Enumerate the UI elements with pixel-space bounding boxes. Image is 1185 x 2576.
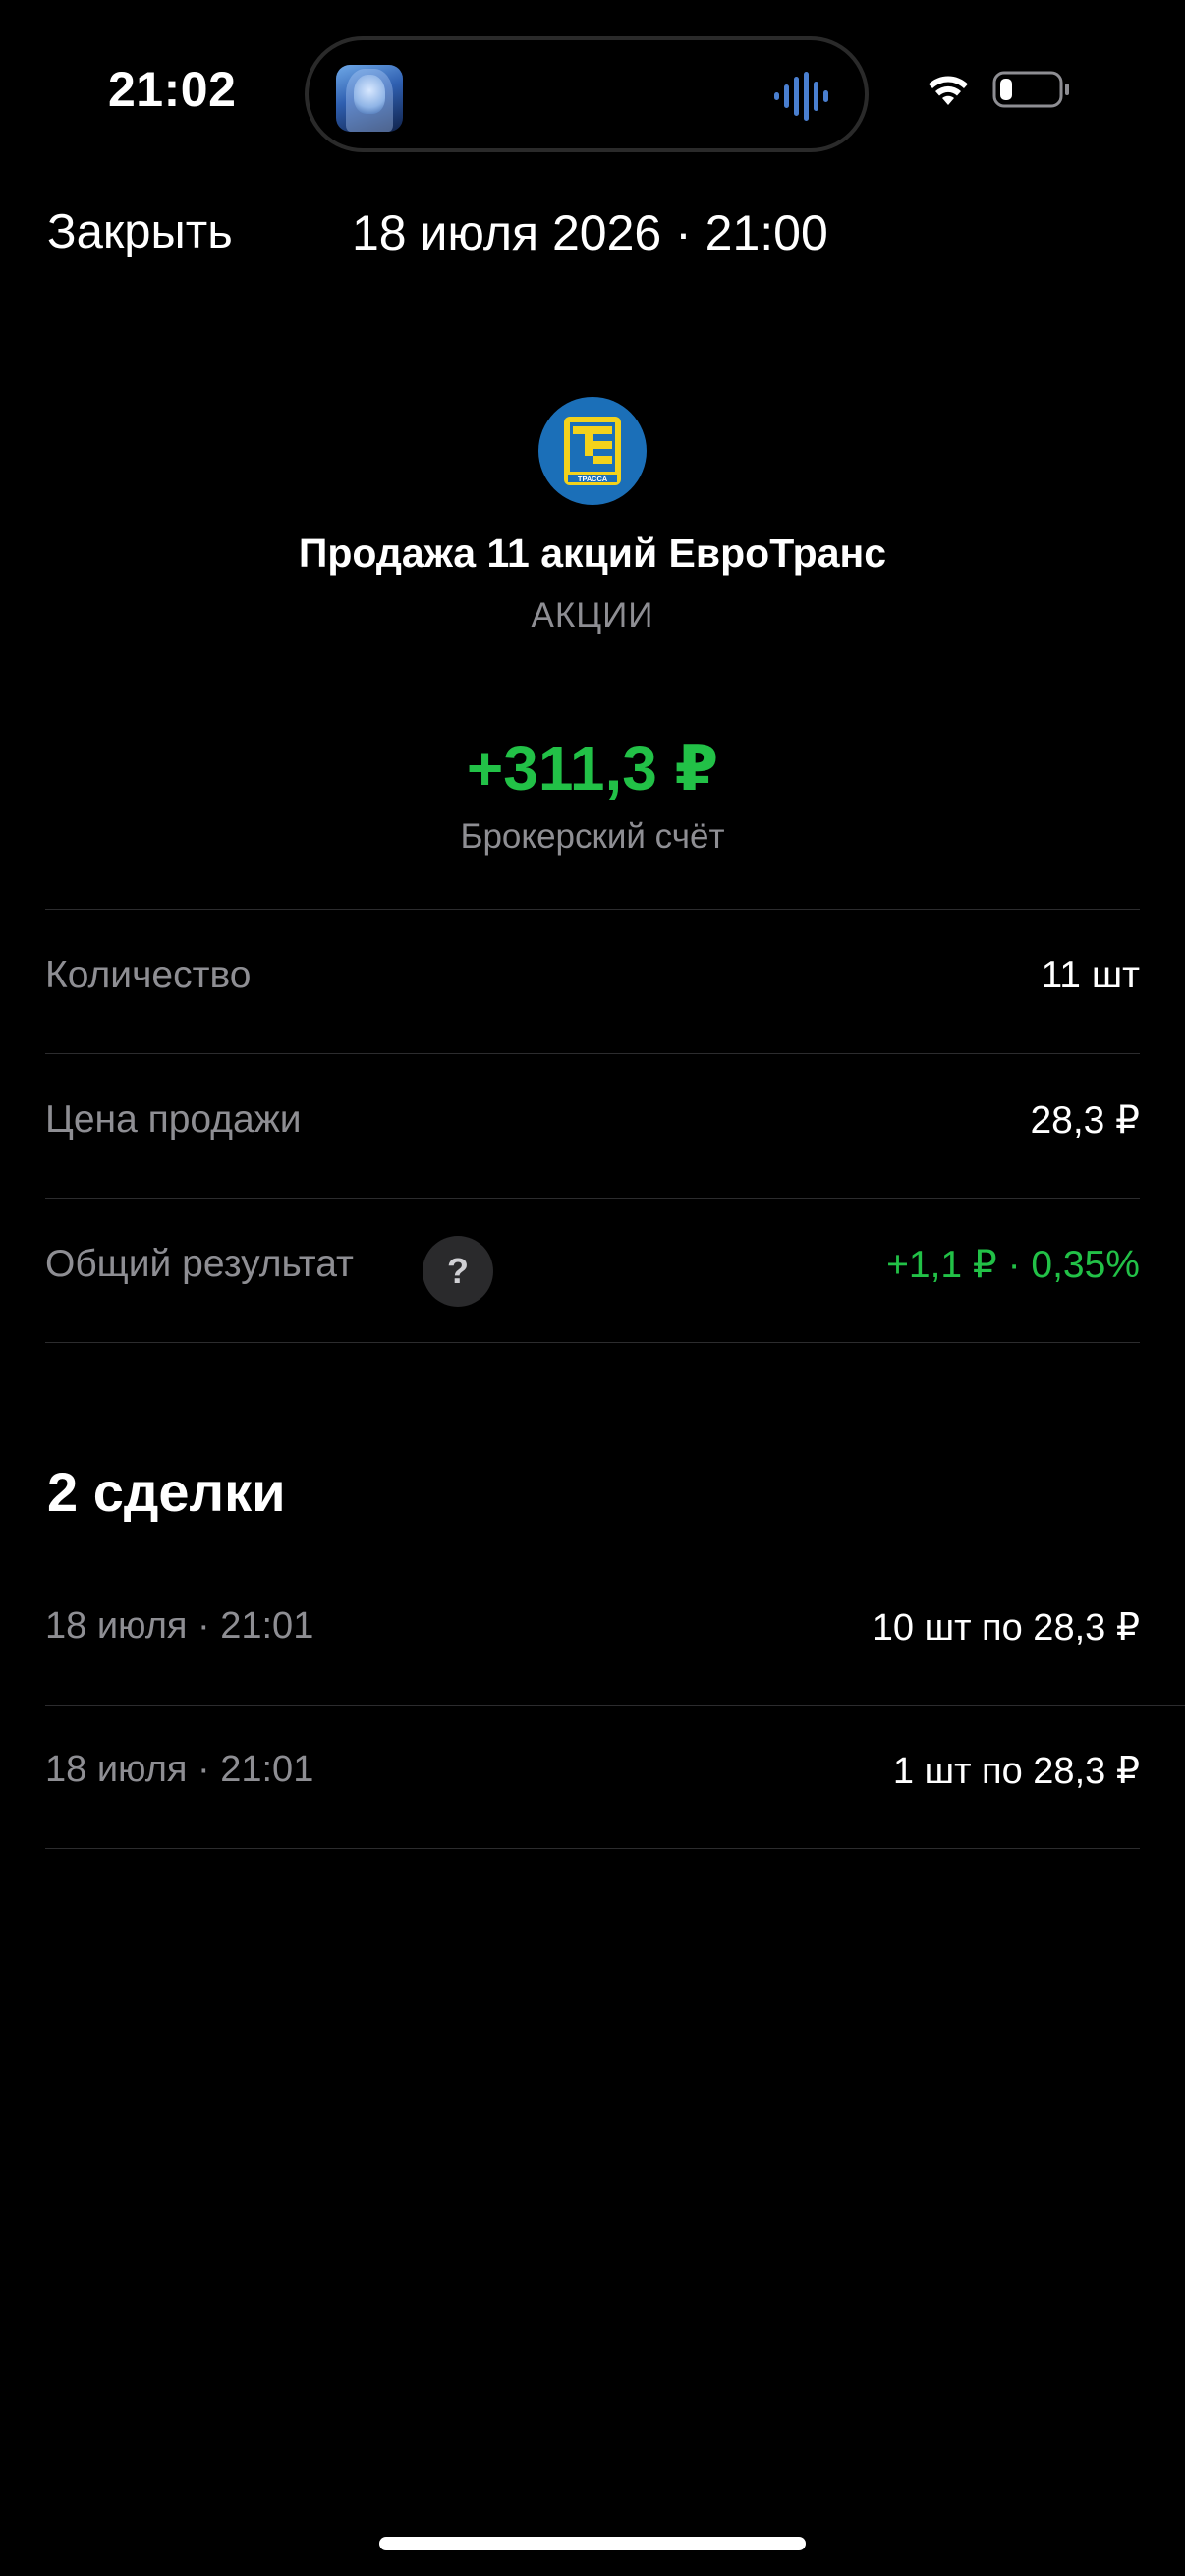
account-name: Брокерский счёт <box>460 817 725 856</box>
operation-datetime: 18 июля 2026 · 21:00 <box>352 205 828 260</box>
detail-row-total-result: Общий результат ? +1,1 ₽ · 0,35% <box>45 1198 1140 1342</box>
deal-quantity: 1 шт по 28,3 ₽ <box>892 1751 1140 1792</box>
deal-date: 18 июля · 21:01 <box>45 1605 314 1647</box>
divider <box>45 1342 1140 1343</box>
operation-amount: +311,3 ₽ <box>466 733 719 804</box>
help-button[interactable]: ? <box>423 1236 493 1307</box>
detail-value: +1,1 ₽ · 0,35% <box>886 1244 1140 1286</box>
deal-row[interactable]: 18 июля · 21:01 1 шт по 28,3 ₽ <box>45 1708 1140 1849</box>
home-indicator[interactable] <box>379 2537 806 2550</box>
svg-text:ТРАССА: ТРАССА <box>578 475 608 483</box>
detail-label: Количество <box>45 954 252 996</box>
divider <box>45 1705 1185 1706</box>
asset-type-label: АКЦИИ <box>531 596 654 635</box>
audio-waveform-icon <box>774 72 828 121</box>
detail-row-sale-price: Цена продажи 28,3 ₽ <box>45 1053 1140 1198</box>
detail-label: Общий результат <box>45 1243 354 1285</box>
trassa-logo-icon: ТРАССА <box>538 397 647 505</box>
deal-date: 18 июля · 21:01 <box>45 1749 314 1790</box>
dynamic-island[interactable] <box>305 36 869 152</box>
status-time: 21:02 <box>108 62 237 117</box>
close-button[interactable]: Закрыть <box>47 204 233 259</box>
deal-quantity: 10 шт по 28,3 ₽ <box>872 1607 1140 1649</box>
detail-row-quantity: Количество 11 шт <box>45 909 1140 1053</box>
battery-low-icon <box>992 71 1069 108</box>
divider <box>45 1848 1140 1849</box>
deal-row[interactable]: 18 июля · 21:01 10 шт по 28,3 ₽ <box>45 1564 1185 1706</box>
deals-title: 2 сделки <box>47 1461 286 1523</box>
detail-label: Цена продажи <box>45 1098 302 1141</box>
wifi-icon <box>929 76 968 105</box>
operation-title: Продажа 11 акций ЕвроТранс <box>298 531 887 576</box>
detail-value: 28,3 ₽ <box>1030 1099 1140 1142</box>
detail-value: 11 шт <box>1041 954 1140 996</box>
album-art-icon[interactable] <box>336 65 403 132</box>
